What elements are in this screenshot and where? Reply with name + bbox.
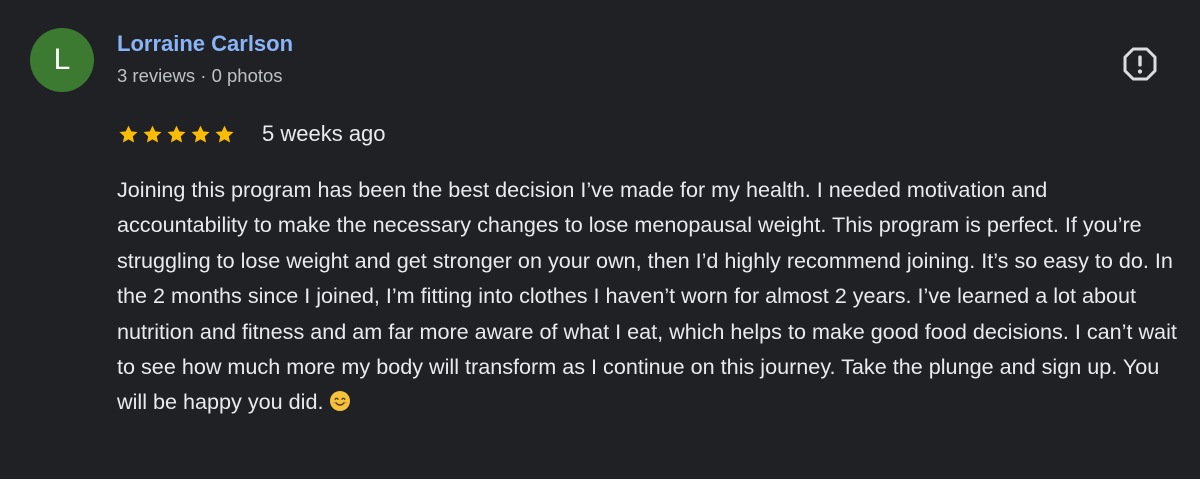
review-card: L Lorraine Carlson 3 reviews · 0 photos …	[0, 0, 1200, 479]
report-flag-icon	[1123, 47, 1157, 81]
star-icon	[141, 121, 164, 147]
star-rating	[117, 121, 236, 147]
review-text: Joining this program has been the best d…	[117, 172, 1179, 420]
review-timestamp: 5 weeks ago	[262, 121, 386, 146]
author-meta: 3 reviews · 0 photos	[117, 65, 283, 86]
report-button[interactable]	[1120, 44, 1160, 84]
star-icon	[189, 121, 212, 147]
author-name-link[interactable]: Lorraine Carlson	[117, 31, 293, 57]
avatar[interactable]: L	[30, 28, 94, 92]
star-icon	[117, 121, 140, 147]
star-icon	[165, 121, 188, 147]
avatar-initial: L	[53, 43, 71, 76]
smiling-face-emoji-icon	[330, 391, 351, 412]
review-body: Joining this program has been the best d…	[117, 177, 1177, 415]
star-icon	[213, 121, 236, 147]
